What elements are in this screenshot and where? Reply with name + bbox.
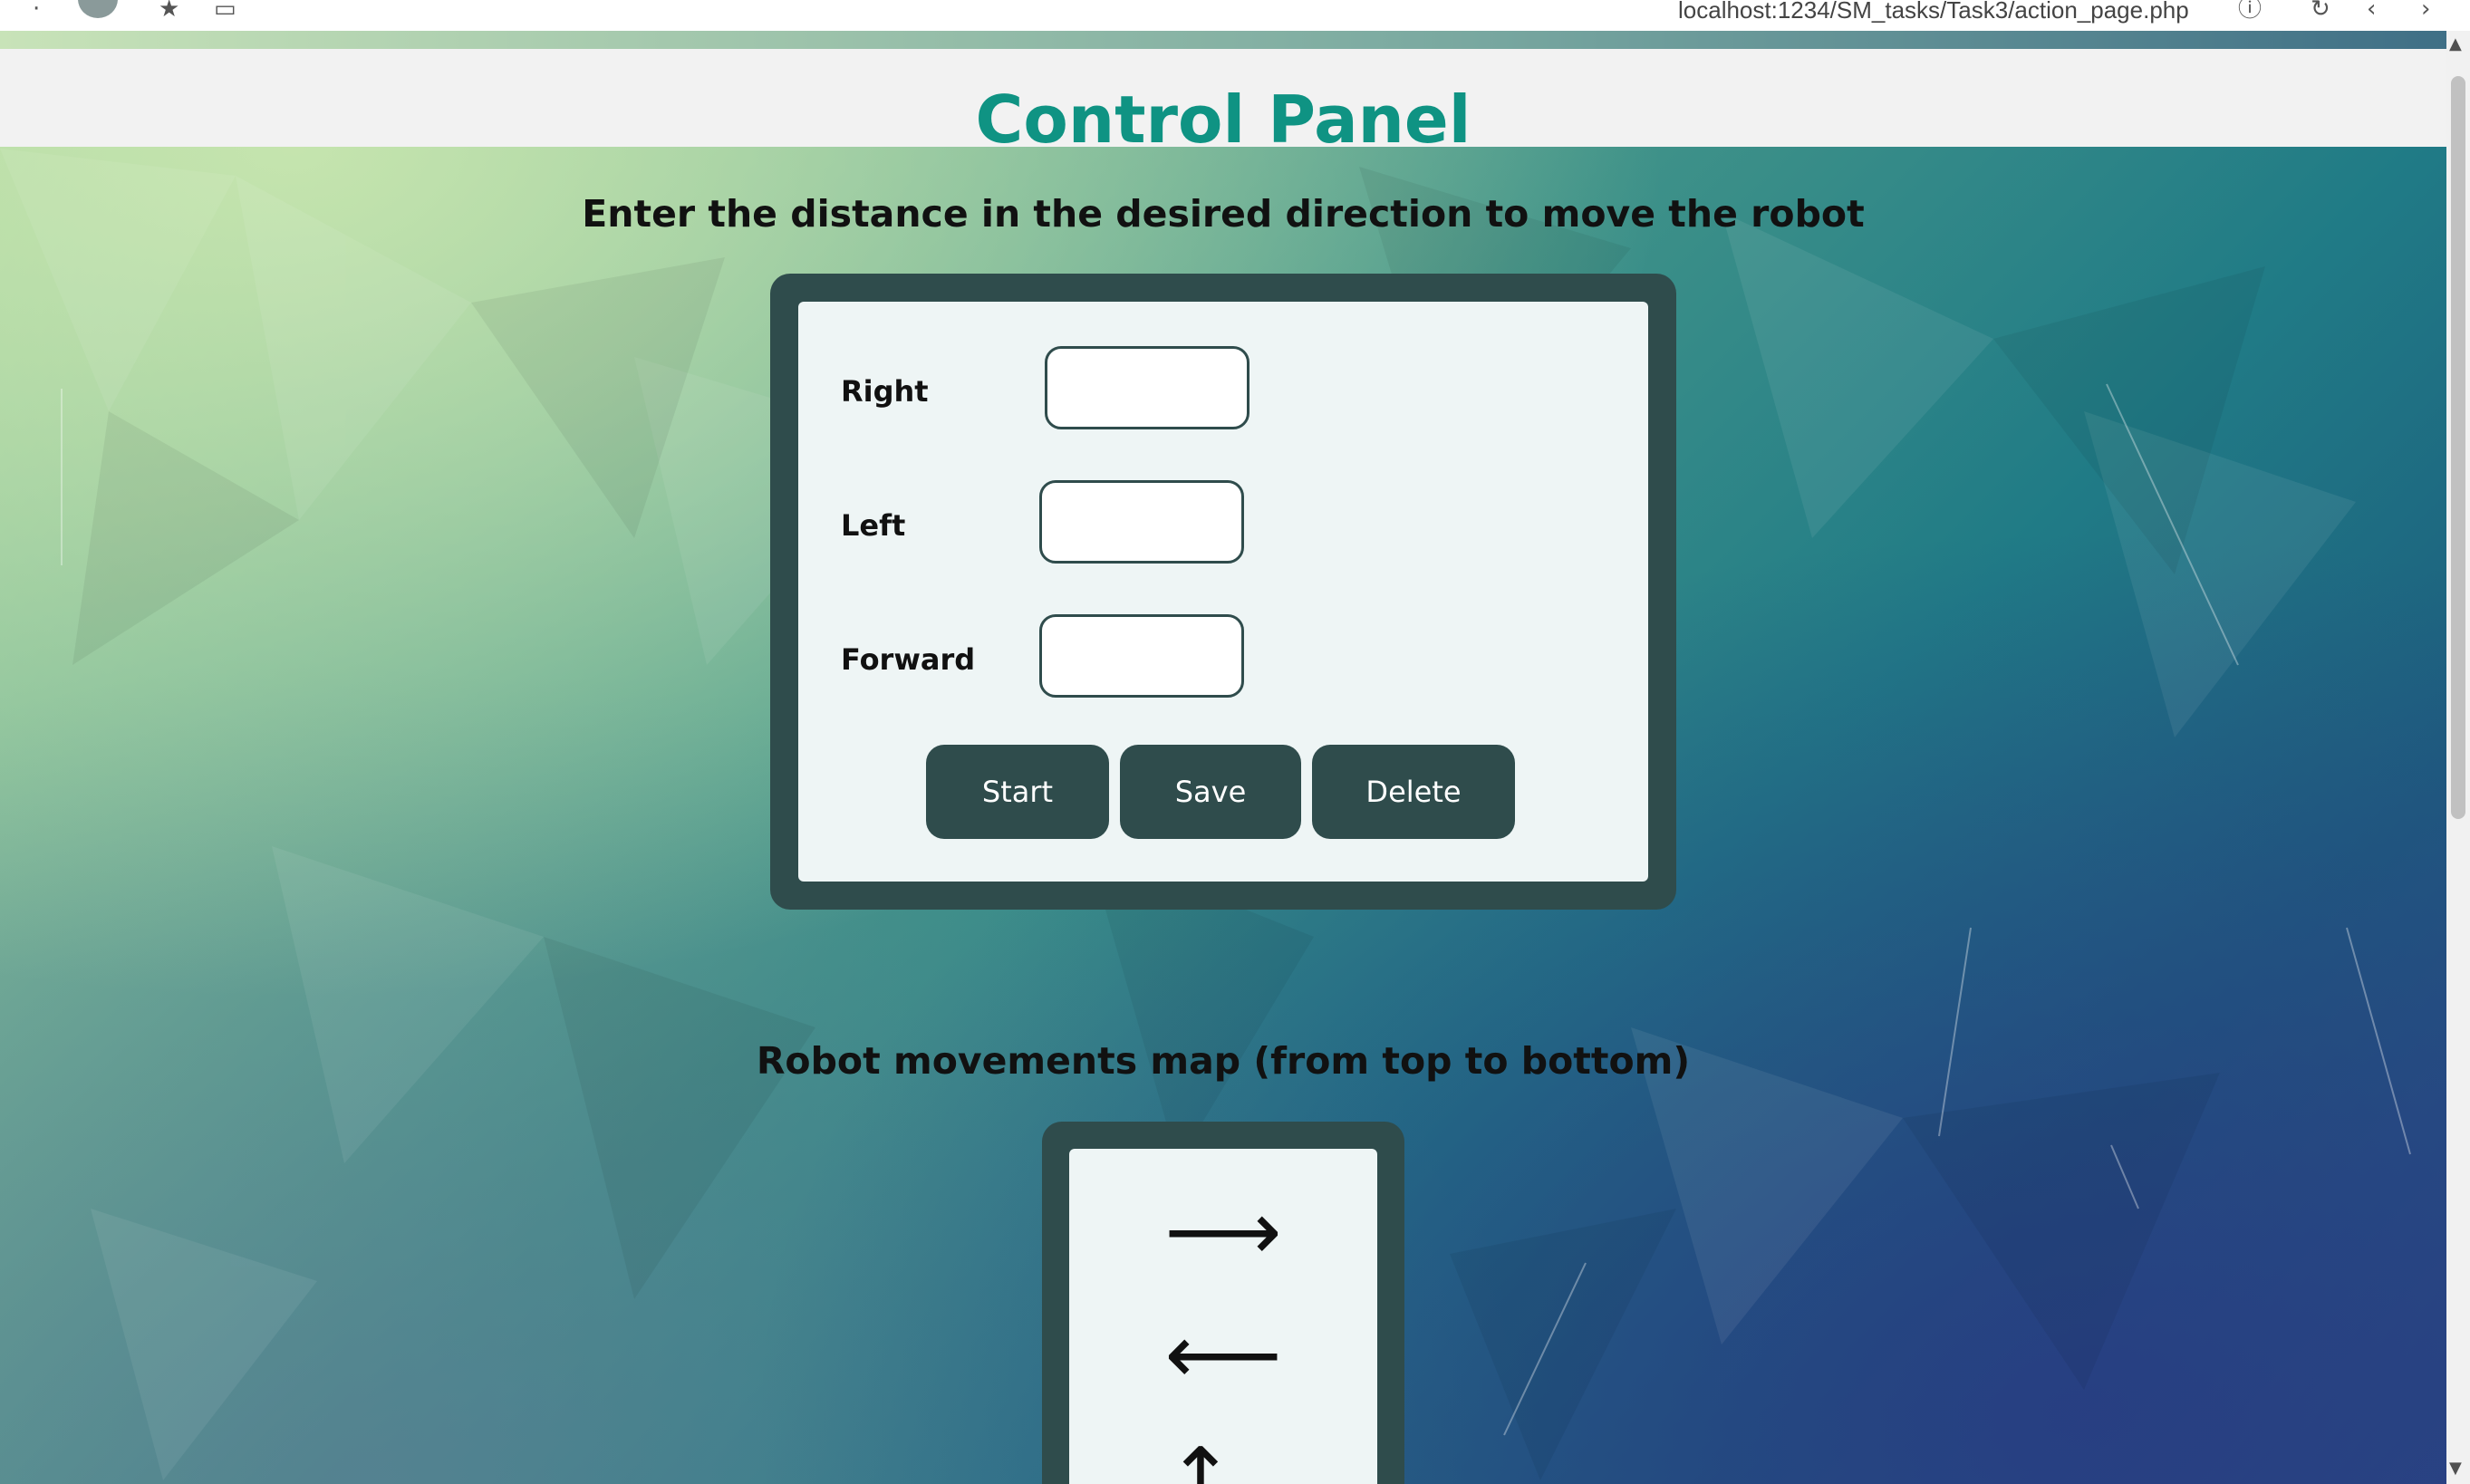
address-bar-url[interactable]: localhost:1234/SM_tasks/Task3/action_pag… (1678, 0, 2189, 24)
star-icon[interactable]: ★ (159, 0, 179, 21)
right-row: Right (841, 346, 1385, 437)
browser-toolbar: · ★ ▭ localhost:1234/SM_tasks/Task3/acti… (0, 0, 2470, 32)
delete-button[interactable]: Delete (1312, 745, 1515, 839)
page-title: Control Panel (975, 82, 1471, 158)
save-button[interactable]: Save (1120, 745, 1301, 839)
left-row: Left (841, 480, 1385, 571)
info-icon[interactable]: ⓘ (2238, 0, 2262, 21)
page-body: Control Panel Enter the distance in the … (0, 31, 2446, 1484)
forward-input[interactable] (1039, 614, 1244, 698)
forward-icon[interactable]: › (2421, 0, 2430, 21)
profile-avatar[interactable] (78, 0, 118, 18)
left-label: Left (841, 508, 906, 543)
instruction-text: Enter the distance in the desired direct… (582, 192, 1865, 236)
right-arrow-icon: ⟶ (1164, 1184, 1282, 1279)
scroll-down-icon[interactable]: ▼ (2449, 1460, 2462, 1477)
reload-icon[interactable]: ↻ (2311, 0, 2330, 21)
right-input[interactable] (1045, 346, 1249, 429)
scrollbar-thumb[interactable] (2451, 76, 2465, 819)
top-strip (0, 31, 2446, 49)
left-input[interactable] (1039, 480, 1244, 564)
movements-map-body: ⟶ ⟵ ↑ (1069, 1149, 1377, 1484)
scroll-up-icon[interactable]: ▲ (2449, 36, 2462, 53)
back-icon[interactable]: ‹ (2367, 0, 2376, 21)
menu-dots-icon[interactable]: · (33, 0, 40, 21)
right-label: Right (841, 374, 929, 409)
form-body: Right Left Forward Start Save Delete (798, 302, 1648, 882)
extension-icon[interactable]: ▭ (214, 0, 236, 21)
forward-row: Forward (841, 614, 1385, 705)
header: Control Panel (0, 49, 2446, 156)
movements-map: ⟶ ⟵ ↑ (1042, 1122, 1404, 1484)
start-button[interactable]: Start (926, 745, 1109, 839)
left-arrow-icon: ⟵ (1164, 1307, 1282, 1402)
map-heading: Robot movements map (from top to bottom) (756, 1039, 1691, 1083)
up-arrow-icon: ↑ (1166, 1431, 1235, 1484)
forward-label: Forward (841, 642, 976, 677)
control-panel-form: Right Left Forward Start Save Delete (770, 274, 1676, 910)
vertical-scrollbar[interactable]: ▲ ▼ (2446, 31, 2470, 1484)
